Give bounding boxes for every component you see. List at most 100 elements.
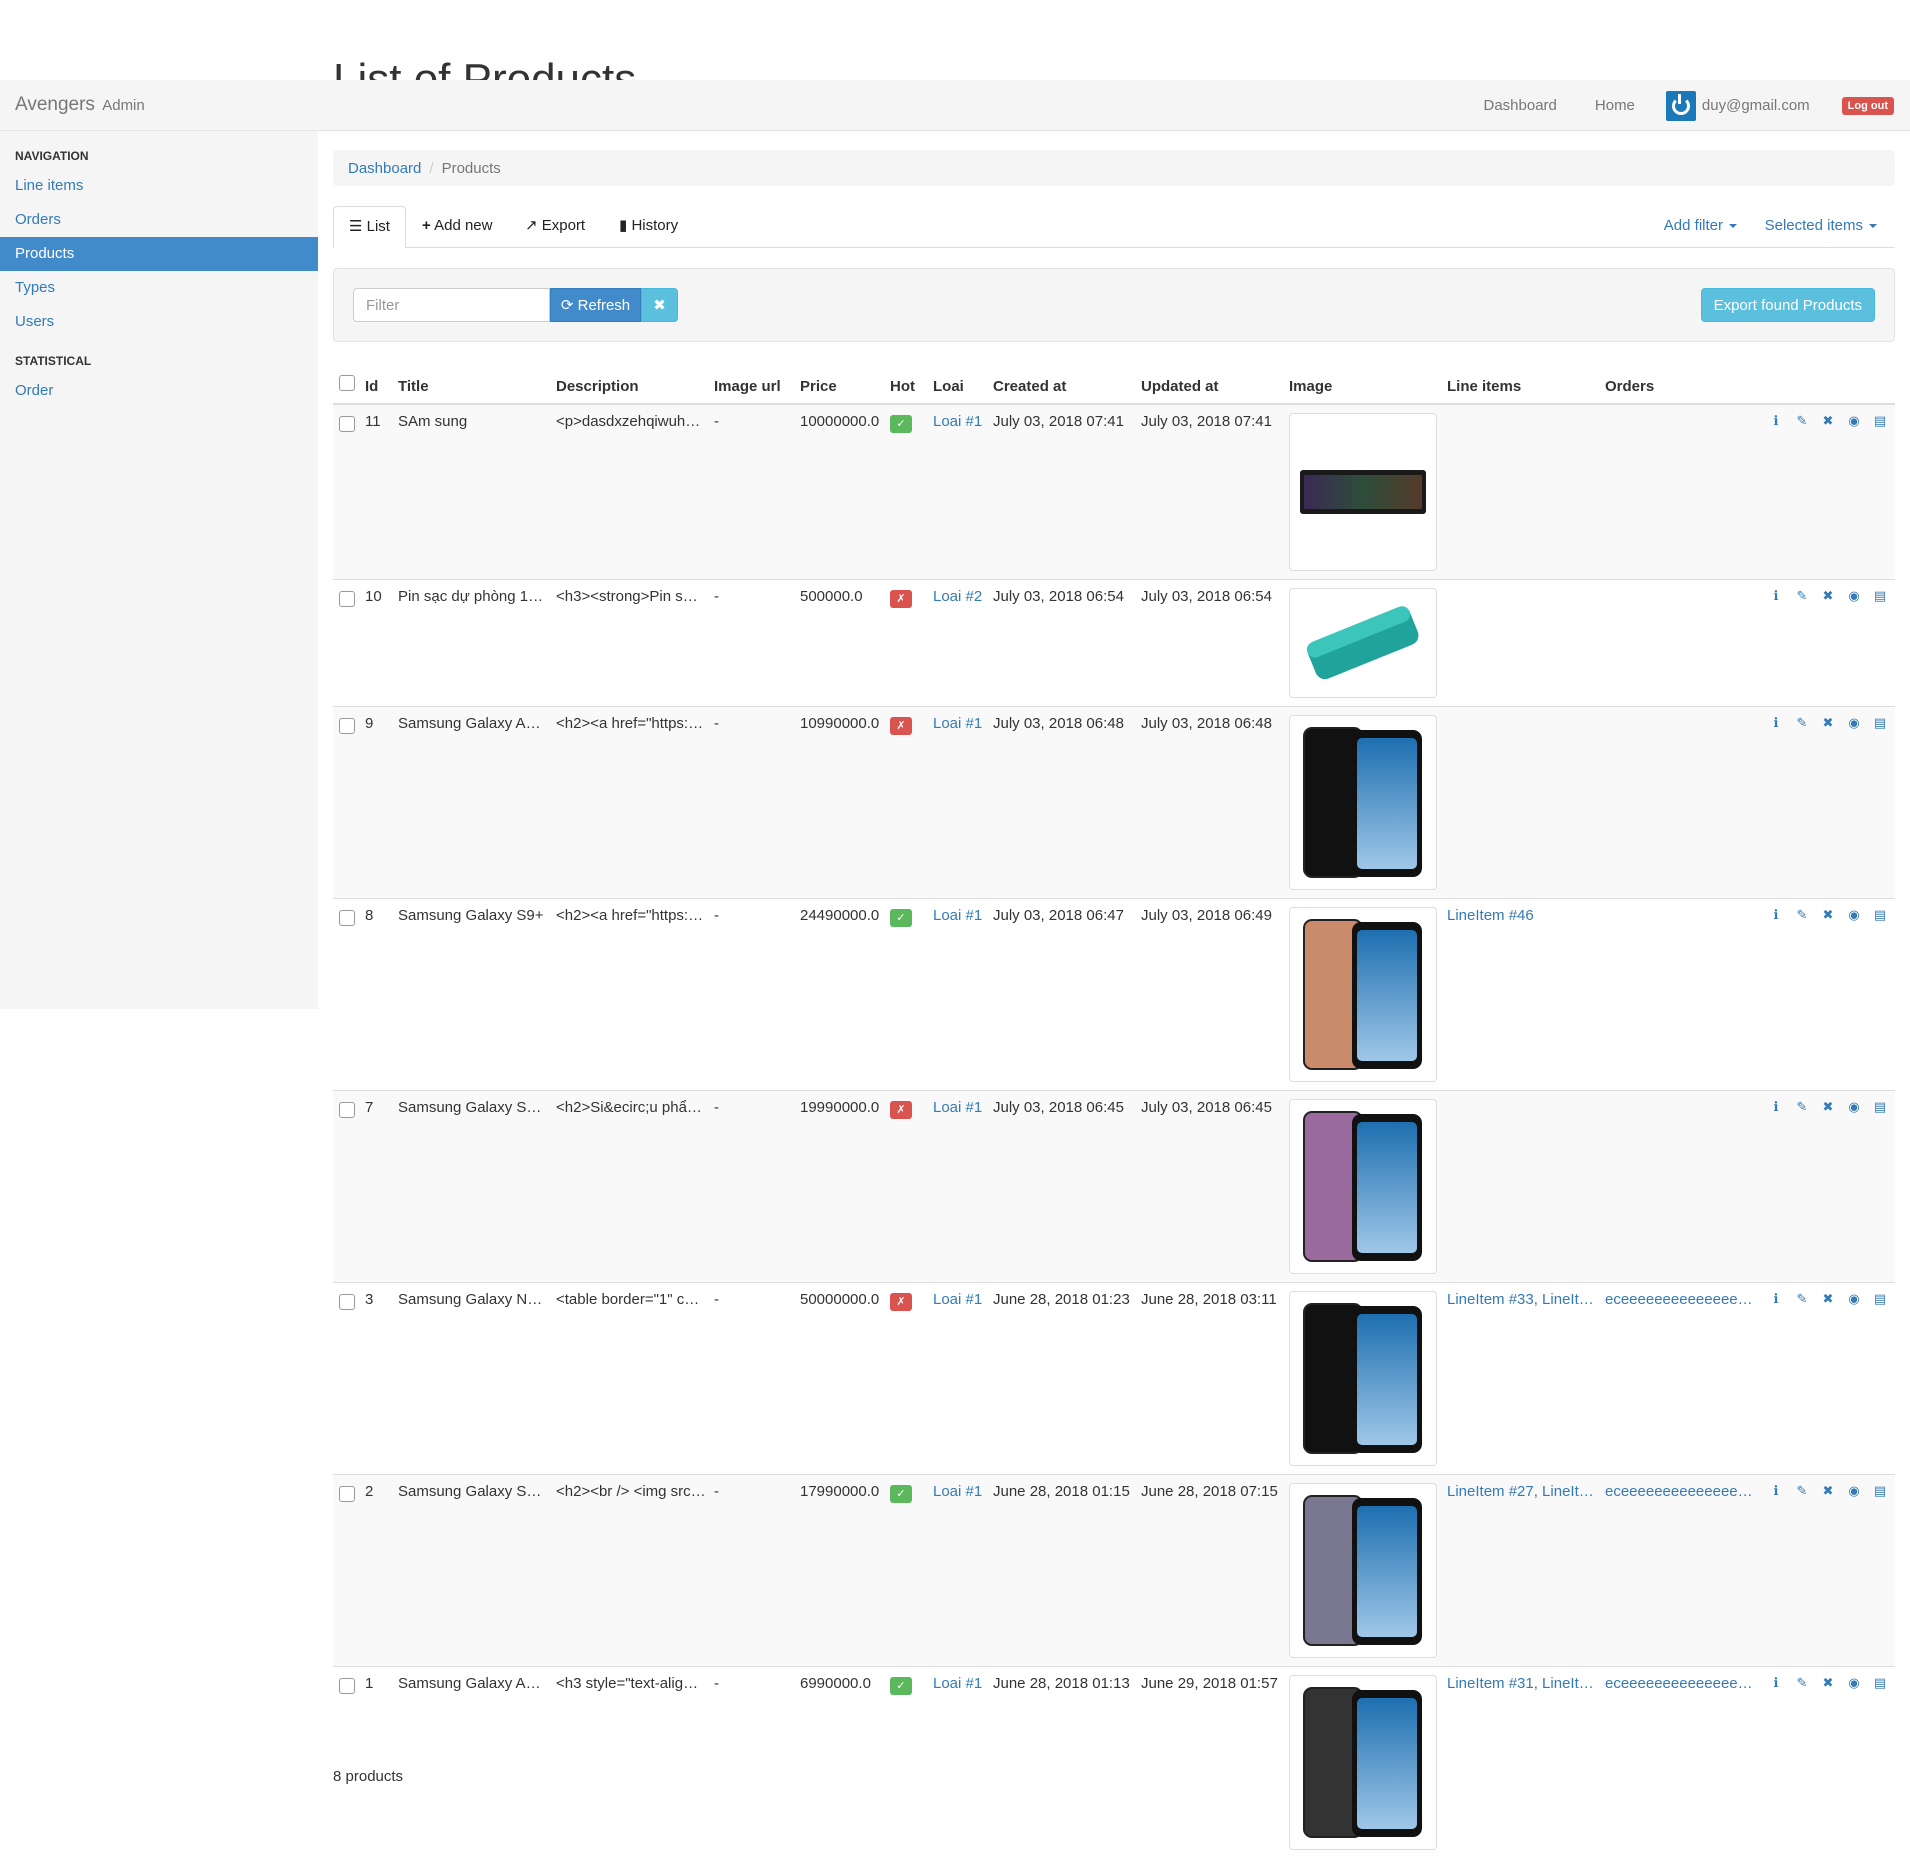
row-checkbox[interactable]	[339, 1294, 355, 1310]
delete-icon[interactable]: ✖	[1821, 1291, 1835, 1307]
row-checkbox[interactable]	[339, 591, 355, 607]
line-items-link[interactable]: LineItem #27, LineIt…	[1447, 1483, 1594, 1500]
column-header[interactable]: Hot	[886, 364, 929, 404]
pencil-icon[interactable]: ✎	[1795, 1675, 1809, 1691]
pencil-icon[interactable]: ✎	[1795, 1099, 1809, 1115]
info-icon[interactable]: ℹ	[1769, 588, 1783, 604]
product-thumbnail[interactable]	[1289, 1483, 1437, 1658]
product-thumbnail[interactable]	[1289, 1099, 1437, 1274]
orders-link[interactable]: eceeeeeeeeeeeeee…	[1605, 1291, 1753, 1308]
pencil-icon[interactable]: ✎	[1795, 413, 1809, 429]
column-header[interactable]: Description	[552, 364, 710, 404]
loai-link[interactable]: Loai #1	[933, 1675, 982, 1692]
nav-home-link[interactable]: Home	[1576, 97, 1654, 114]
user-email[interactable]: duy@gmail.com	[1702, 97, 1810, 114]
row-checkbox[interactable]	[339, 1678, 355, 1694]
book-icon[interactable]: ▤	[1873, 413, 1887, 429]
loai-link[interactable]: Loai #1	[933, 413, 982, 430]
pencil-icon[interactable]: ✎	[1795, 1291, 1809, 1307]
column-header[interactable]: Loai	[929, 364, 989, 404]
eye-icon[interactable]: ◉	[1847, 1483, 1861, 1499]
sidebar-item-orders[interactable]: Orders	[0, 203, 318, 237]
info-icon[interactable]: ℹ	[1769, 715, 1783, 731]
tab-list[interactable]: ☰ List	[333, 206, 406, 249]
eye-icon[interactable]: ◉	[1847, 1291, 1861, 1307]
product-thumbnail[interactable]	[1289, 715, 1437, 890]
info-icon[interactable]: ℹ	[1769, 413, 1783, 429]
selected-items-dropdown[interactable]: Selected items	[1765, 206, 1877, 248]
row-checkbox[interactable]	[339, 1486, 355, 1502]
loai-link[interactable]: Loai #1	[933, 1291, 982, 1308]
book-icon[interactable]: ▤	[1873, 1483, 1887, 1499]
sidebar-item-users[interactable]: Users	[0, 305, 318, 339]
info-icon[interactable]: ℹ	[1769, 1675, 1783, 1691]
loai-link[interactable]: Loai #1	[933, 1483, 982, 1500]
product-thumbnail[interactable]	[1289, 413, 1437, 571]
pencil-icon[interactable]: ✎	[1795, 907, 1809, 923]
sidebar-item-products[interactable]: Products	[0, 237, 318, 271]
line-items-link[interactable]: LineItem #46	[1447, 907, 1534, 924]
book-icon[interactable]: ▤	[1873, 715, 1887, 731]
info-icon[interactable]: ℹ	[1769, 1483, 1783, 1499]
brand[interactable]: Avengers Admin	[15, 94, 145, 116]
select-all-checkbox[interactable]	[339, 375, 355, 391]
delete-icon[interactable]: ✖	[1821, 715, 1835, 731]
tab-history[interactable]: ▮ History	[604, 206, 693, 248]
row-checkbox[interactable]	[339, 910, 355, 926]
column-header[interactable]: Id	[361, 364, 394, 404]
eye-icon[interactable]: ◉	[1847, 907, 1861, 923]
column-header[interactable]: Price	[796, 364, 886, 404]
brand-name[interactable]: Avengers	[15, 94, 95, 115]
column-header[interactable]: Image url	[710, 364, 796, 404]
clear-filter-button[interactable]: ✖	[641, 288, 678, 322]
product-thumbnail[interactable]	[1289, 1675, 1437, 1850]
row-checkbox[interactable]	[339, 718, 355, 734]
column-header[interactable]: Created at	[989, 364, 1137, 404]
product-thumbnail[interactable]	[1289, 1291, 1437, 1466]
export-found-button[interactable]: Export found Products	[1701, 288, 1875, 322]
row-checkbox[interactable]	[339, 1102, 355, 1118]
column-header[interactable]: Title	[394, 364, 552, 404]
loai-link[interactable]: Loai #1	[933, 715, 982, 732]
delete-icon[interactable]: ✖	[1821, 1099, 1835, 1115]
delete-icon[interactable]: ✖	[1821, 1675, 1835, 1691]
book-icon[interactable]: ▤	[1873, 1099, 1887, 1115]
column-header[interactable]: Updated at	[1137, 364, 1285, 404]
book-icon[interactable]: ▤	[1873, 588, 1887, 604]
pencil-icon[interactable]: ✎	[1795, 588, 1809, 604]
orders-link[interactable]: eceeeeeeeeeeeeee…	[1605, 1483, 1753, 1500]
pencil-icon[interactable]: ✎	[1795, 715, 1809, 731]
eye-icon[interactable]: ◉	[1847, 588, 1861, 604]
delete-icon[interactable]: ✖	[1821, 413, 1835, 429]
line-items-link[interactable]: LineItem #31, LineIt…	[1447, 1675, 1594, 1692]
info-icon[interactable]: ℹ	[1769, 907, 1783, 923]
sidebar-item-order-stat[interactable]: Order	[0, 374, 318, 408]
user-menu[interactable]: duy@gmail.com	[1666, 91, 1842, 121]
book-icon[interactable]: ▤	[1873, 1291, 1887, 1307]
eye-icon[interactable]: ◉	[1847, 1099, 1861, 1115]
book-icon[interactable]: ▤	[1873, 907, 1887, 923]
brand-suffix[interactable]: Admin	[102, 97, 145, 114]
eye-icon[interactable]: ◉	[1847, 413, 1861, 429]
delete-icon[interactable]: ✖	[1821, 1483, 1835, 1499]
nav-dashboard-link[interactable]: Dashboard	[1465, 97, 1576, 114]
column-header[interactable]: Orders	[1601, 364, 1759, 404]
line-items-link[interactable]: LineItem #33, LineIt…	[1447, 1291, 1594, 1308]
info-icon[interactable]: ℹ	[1769, 1099, 1783, 1115]
loai-link[interactable]: Loai #2	[933, 588, 982, 605]
info-icon[interactable]: ℹ	[1769, 1291, 1783, 1307]
sidebar-item-line-items[interactable]: Line items	[0, 169, 318, 203]
column-header[interactable]: Image	[1285, 364, 1443, 404]
product-thumbnail[interactable]	[1289, 907, 1437, 1082]
tab-add-new[interactable]: + Add new	[407, 206, 507, 248]
logout-button[interactable]: Log out	[1842, 97, 1894, 115]
breadcrumb-dashboard-link[interactable]: Dashboard	[348, 160, 421, 177]
pencil-icon[interactable]: ✎	[1795, 1483, 1809, 1499]
product-thumbnail[interactable]	[1289, 588, 1437, 698]
book-icon[interactable]: ▤	[1873, 1675, 1887, 1691]
eye-icon[interactable]: ◉	[1847, 715, 1861, 731]
add-filter-dropdown[interactable]: Add filter	[1664, 206, 1737, 248]
loai-link[interactable]: Loai #1	[933, 907, 982, 924]
refresh-button[interactable]: ⟳ Refresh	[550, 288, 641, 322]
loai-link[interactable]: Loai #1	[933, 1099, 982, 1116]
